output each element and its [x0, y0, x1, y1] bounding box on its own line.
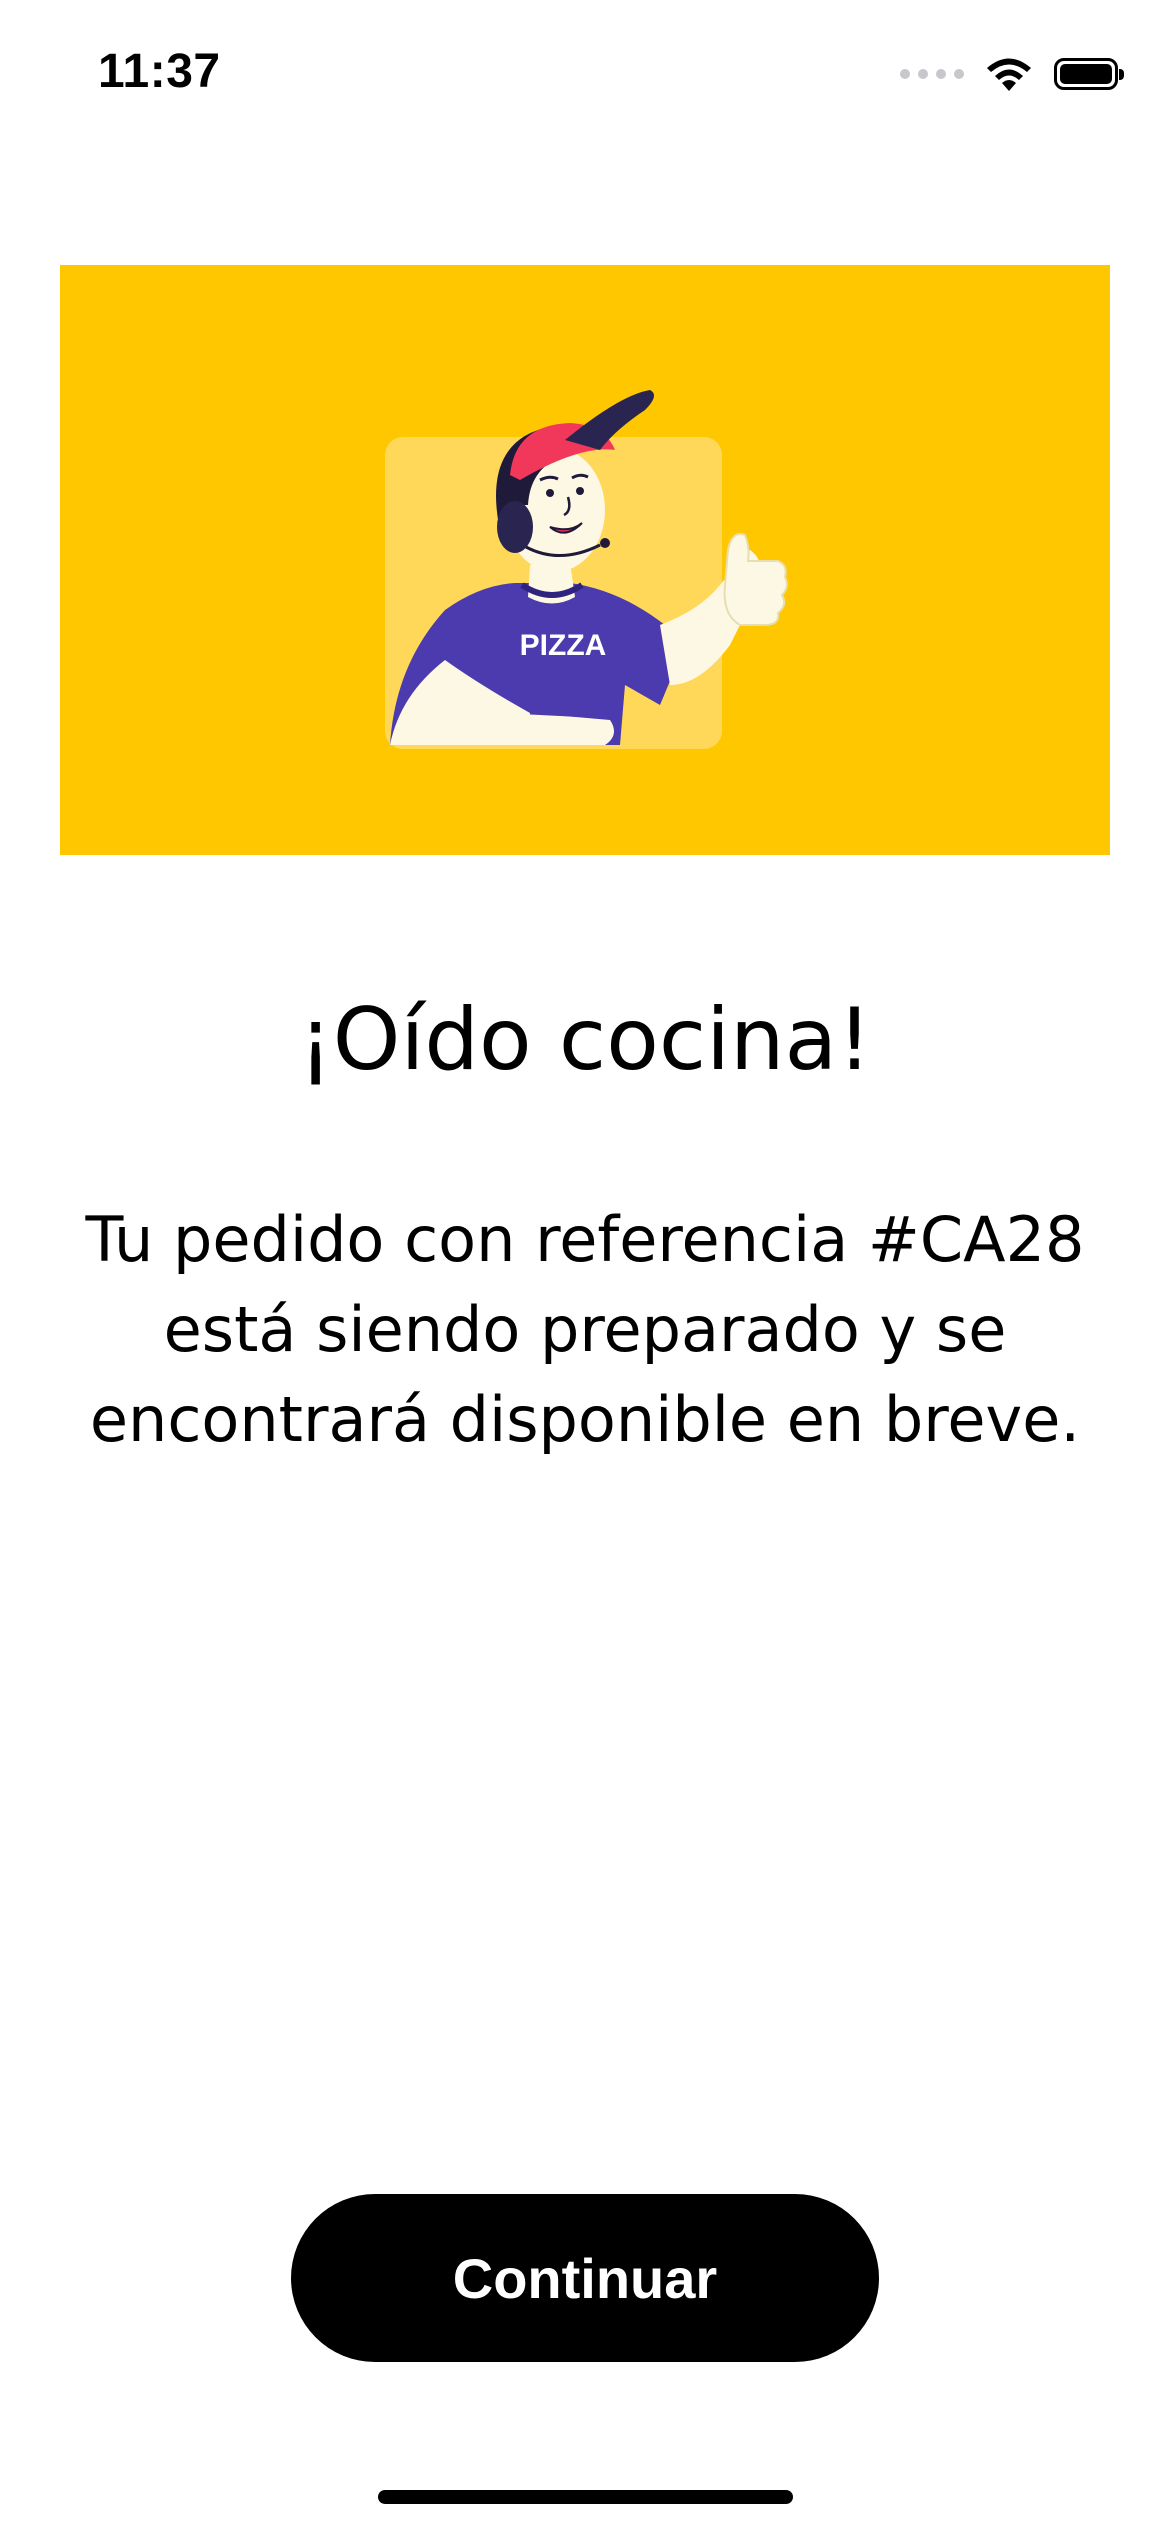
battery-icon [1054, 58, 1124, 90]
status-bar: 11:37 [0, 0, 1170, 150]
shirt-text: PIZZA [520, 629, 607, 662]
status-time: 11:37 [98, 45, 221, 98]
continue-button[interactable]: Continuar [291, 2194, 879, 2362]
status-icons [900, 52, 1124, 96]
order-status-message: Tu pedido con referencia #CA28 está sien… [85, 1203, 1085, 1456]
pizza-operator-illustration: PIZZA [385, 390, 788, 749]
home-indicator[interactable] [378, 2490, 793, 2504]
wifi-icon [987, 58, 1031, 91]
hero-banner: PIZZA [60, 265, 1110, 855]
page-title: ¡Oído cocina! [298, 990, 872, 1090]
cellular-signal-icon [900, 69, 964, 79]
